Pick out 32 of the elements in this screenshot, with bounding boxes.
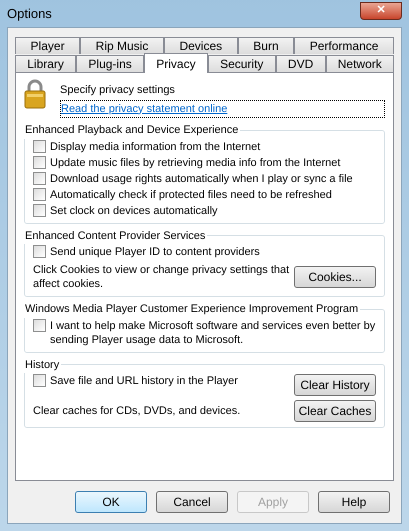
tab[interactable]: Network	[326, 55, 394, 72]
tab[interactable]: Player	[15, 37, 80, 54]
checkbox-label: Automatically check if protected files need to be refreshed	[50, 188, 333, 202]
tab[interactable]: Security	[208, 55, 276, 72]
dialog-button[interactable]: Clear History	[294, 374, 376, 396]
checkbox-label: Download usage rights automatically when I play or sync a file	[50, 172, 354, 186]
group-title: Windows Media Player Customer Experience Improvement Program	[23, 301, 360, 318]
tab[interactable]: Rip Music	[80, 37, 164, 54]
dialog-button[interactable]: OK	[75, 491, 147, 513]
tab[interactable]: Plug-ins	[76, 55, 144, 72]
dialog-button[interactable]: Clear Caches	[294, 400, 376, 422]
tab[interactable]: DVD	[276, 55, 326, 72]
tab[interactable]: Performance	[294, 37, 394, 54]
description-text: Clear caches for CDs, DVDs, and devices.	[33, 404, 242, 418]
checkbox-label: Save file and URL history in the Player	[50, 374, 239, 388]
checkbox-label: Update music files by retrieving media info from the Internet	[50, 156, 342, 170]
tab[interactable]: Devices	[164, 37, 238, 54]
dialog-button[interactable]: Cancel	[156, 491, 228, 513]
tab[interactable]: Privacy	[144, 53, 208, 73]
dialog-button[interactable]: Cookies...	[294, 266, 376, 288]
checkbox-label: Display media information from the Internet	[50, 140, 262, 154]
checkbox-label: I want to help make Microsoft software and services even better by sending Player usage data to Microsoft.	[50, 318, 376, 346]
window-title: Options	[7, 4, 52, 23]
checkbox-label: Send unique Player ID to content providers	[50, 245, 261, 259]
group-title: Enhanced Playback and Device Experience	[23, 122, 240, 138]
description-text: Click Cookies to view or change privacy settings that affect cookies.	[33, 263, 290, 291]
tab[interactable]: Burn	[238, 37, 294, 54]
privacy-link[interactable]: Read the privacy statement online	[60, 100, 385, 118]
tab[interactable]: Library	[15, 55, 76, 72]
checkbox-label: Set clock on devices automatically	[50, 204, 219, 218]
dialog-button[interactable]: Help	[318, 491, 390, 513]
header-title: Specify privacy settings	[60, 83, 176, 98]
